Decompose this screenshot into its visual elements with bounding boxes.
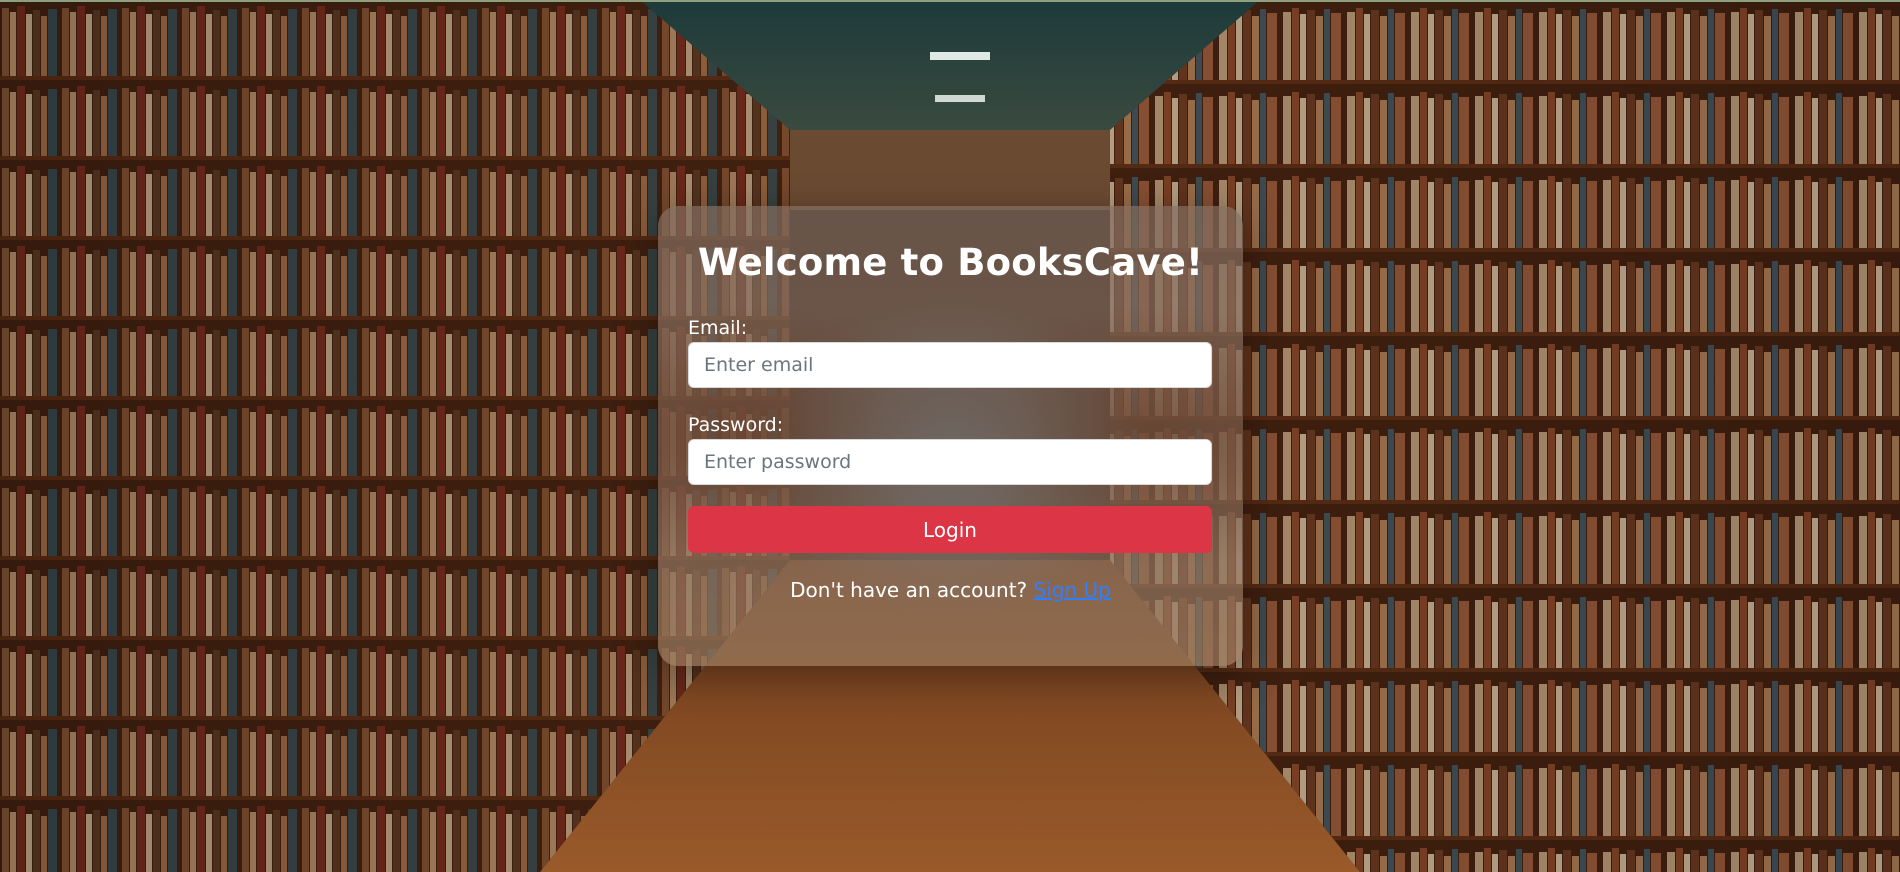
password-label: Password: bbox=[688, 414, 784, 436]
email-field[interactable] bbox=[688, 342, 1212, 388]
signup-link[interactable]: Sign Up bbox=[1034, 578, 1111, 602]
page-title: Welcome to BooksCave! bbox=[697, 241, 1204, 284]
signup-prompt: Don't have an account? bbox=[790, 578, 1028, 602]
password-field[interactable] bbox=[688, 439, 1212, 485]
top-border-line bbox=[0, 0, 1900, 2]
login-button[interactable]: Login bbox=[688, 506, 1212, 553]
signup-row: Don't have an account? Sign Up bbox=[688, 577, 1213, 603]
login-form-content: Welcome to BooksCave! Email: Password: L… bbox=[688, 206, 1213, 603]
login-card: Welcome to BooksCave! Email: Password: L… bbox=[658, 206, 1243, 666]
email-label: Email: bbox=[688, 317, 748, 339]
page-background: Welcome to BooksCave! Email: Password: L… bbox=[0, 0, 1900, 872]
